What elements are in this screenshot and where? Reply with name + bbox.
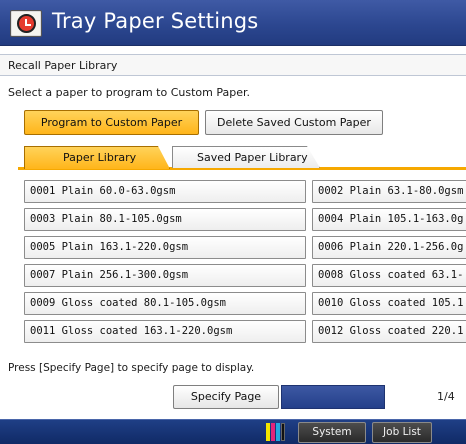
tab-saved-paper-library[interactable]: Saved Paper Library — [172, 146, 320, 168]
paper-list: 0001 Plain 60.0-63.0gsm 0002 Plain 63.1-… — [0, 176, 466, 356]
paper-item-0001[interactable]: 0001 Plain 60.0-63.0gsm — [24, 180, 306, 203]
title-bar: Tray Paper Settings — [0, 0, 466, 46]
tab-paper-library[interactable]: Paper Library — [24, 146, 170, 169]
paper-item-0012[interactable]: 0012 Gloss coated 220.1 — [312, 320, 466, 343]
instruction-text: Select a paper to program to Custom Pape… — [8, 86, 250, 99]
tray-paper-settings-icon — [10, 10, 42, 37]
paper-item-0008[interactable]: 0008 Gloss coated 63.1- — [312, 264, 466, 287]
system-status-button[interactable]: System Status — [298, 422, 366, 443]
recall-row: Recall Paper Library — [0, 54, 466, 76]
paper-item-0007[interactable]: 0007 Plain 256.1-300.0gsm — [24, 264, 306, 287]
paper-item-0003[interactable]: 0003 Plain 80.1-105.0gsm — [24, 208, 306, 231]
paper-item-0011[interactable]: 0011 Gloss coated 163.1-220.0gsm — [24, 320, 306, 343]
page-title: Tray Paper Settings — [52, 9, 259, 33]
paper-item-0004[interactable]: 0004 Plain 105.1-163.0g — [312, 208, 466, 231]
paper-item-0005[interactable]: 0005 Plain 163.1-220.0gsm — [24, 236, 306, 259]
specify-page-hint: Press [Specify Page] to specify page to … — [8, 362, 255, 374]
page-indicator: 1/4 — [437, 390, 455, 403]
job-list-button[interactable]: Job List — [372, 422, 432, 443]
page-scroll-button[interactable] — [281, 385, 385, 409]
paper-item-0010[interactable]: 0010 Gloss coated 105.1 — [312, 292, 466, 315]
status-bar: System Status Job List — [0, 419, 466, 444]
paper-item-0009[interactable]: 0009 Gloss coated 80.1-105.0gsm — [24, 292, 306, 315]
paper-item-0002[interactable]: 0002 Plain 63.1-80.0gsm — [312, 180, 466, 203]
delete-saved-custom-paper-button[interactable]: Delete Saved Custom Paper — [205, 110, 383, 135]
specify-page-button[interactable]: Specify Page — [173, 385, 279, 409]
toner-level-icon — [266, 423, 288, 441]
paper-item-0006[interactable]: 0006 Plain 220.1-256.0g — [312, 236, 466, 259]
program-to-custom-paper-button[interactable]: Program to Custom Paper — [24, 110, 199, 135]
recall-label: Recall Paper Library — [8, 59, 118, 72]
